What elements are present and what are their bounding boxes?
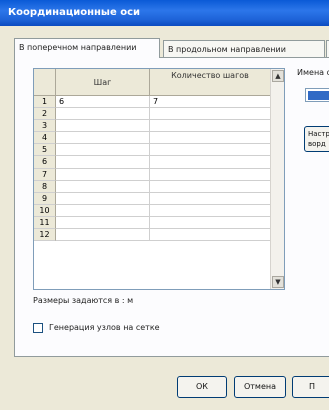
cancel-button[interactable]: Отмена <box>234 376 286 398</box>
ok-button[interactable]: ОК <box>177 376 227 398</box>
row-number: 1 <box>34 96 56 109</box>
window-title: Координационные оси <box>8 7 141 18</box>
grid-rows: 1 6 7 2 3 4 5 6 7 8 9 10 11 12 <box>34 96 271 242</box>
step-cell[interactable]: 6 <box>56 96 150 109</box>
step-cell[interactable] <box>56 132 150 145</box>
step-cell[interactable] <box>56 192 150 205</box>
table-row: 4 <box>34 132 271 145</box>
dialog-window: Координационные оси В поперечном направл… <box>0 0 329 410</box>
row-number: 5 <box>34 144 56 157</box>
settings-button[interactable]: Настр ворд <box>304 126 329 152</box>
table-row: 6 <box>34 156 271 169</box>
table-row: 5 <box>34 144 271 157</box>
step-cell[interactable] <box>56 216 150 230</box>
count-cell[interactable] <box>150 108 271 121</box>
units-label: Размеры задаются в : м <box>33 296 134 305</box>
title-bar: Координационные оси <box>0 0 329 26</box>
column-header-step: Шаг <box>56 69 150 96</box>
step-cell[interactable] <box>56 120 150 133</box>
extra-button[interactable]: П <box>292 376 329 398</box>
tab-panel: Шаг Количество шагов 1 6 7 2 3 4 5 6 7 8… <box>14 57 329 357</box>
generate-nodes-label: Генерация узлов на сетке <box>49 323 160 332</box>
row-number: 6 <box>34 156 56 169</box>
table-row: 10 <box>34 204 271 217</box>
column-header-count: Количество шагов <box>150 69 271 96</box>
scroll-up-icon[interactable]: ▲ <box>272 70 284 82</box>
generate-nodes-checkbox[interactable] <box>33 323 43 333</box>
count-cell[interactable]: 7 <box>150 96 271 109</box>
row-number: 4 <box>34 132 56 145</box>
right-panel: Имена о Настр ворд <box>291 58 329 178</box>
count-cell[interactable] <box>150 132 271 145</box>
count-cell[interactable] <box>150 120 271 133</box>
step-cell[interactable] <box>56 168 150 181</box>
grid-corner-header <box>34 69 56 96</box>
count-cell[interactable] <box>150 168 271 181</box>
axis-names-label: Имена о <box>297 68 329 77</box>
step-cell[interactable] <box>56 180 150 193</box>
count-cell[interactable] <box>150 192 271 205</box>
row-number: 9 <box>34 192 56 205</box>
scroll-down-icon[interactable]: ▼ <box>272 276 284 288</box>
row-number: 11 <box>34 216 56 230</box>
count-cell[interactable] <box>150 156 271 169</box>
table-row: 11 <box>34 216 271 230</box>
vertical-scrollbar[interactable]: ▲ ▼ <box>270 69 284 289</box>
step-cell[interactable] <box>56 229 150 242</box>
step-cell[interactable] <box>56 204 150 217</box>
count-cell[interactable] <box>150 144 271 157</box>
table-row: 12 <box>34 229 271 242</box>
table-row: 7 <box>34 168 271 181</box>
row-number: 12 <box>34 229 56 242</box>
table-row: 8 <box>34 180 271 193</box>
tab-strip: В поперечном направлении В продольном на… <box>14 38 329 58</box>
axis-names-input[interactable] <box>305 88 329 102</box>
table-row: 2 <box>34 108 271 121</box>
count-cell[interactable] <box>150 180 271 193</box>
row-number: 2 <box>34 108 56 121</box>
row-number: 10 <box>34 204 56 217</box>
table-row: 9 <box>34 192 271 205</box>
row-number: 7 <box>34 168 56 181</box>
step-cell[interactable] <box>56 156 150 169</box>
count-cell[interactable] <box>150 216 271 230</box>
table-row: 3 <box>34 120 271 133</box>
selected-text-highlight <box>308 91 329 100</box>
tab-longitudinal[interactable]: В продольном направлении <box>163 40 325 57</box>
step-cell[interactable] <box>56 108 150 121</box>
row-number: 3 <box>34 120 56 133</box>
axes-grid[interactable]: Шаг Количество шагов 1 6 7 2 3 4 5 6 7 8… <box>33 68 285 290</box>
step-cell[interactable] <box>56 144 150 157</box>
count-cell[interactable] <box>150 229 271 242</box>
tab-transverse[interactable]: В поперечном направлении <box>14 38 160 58</box>
row-number: 8 <box>34 180 56 193</box>
count-cell[interactable] <box>150 204 271 217</box>
table-row: 1 6 7 <box>34 96 271 109</box>
